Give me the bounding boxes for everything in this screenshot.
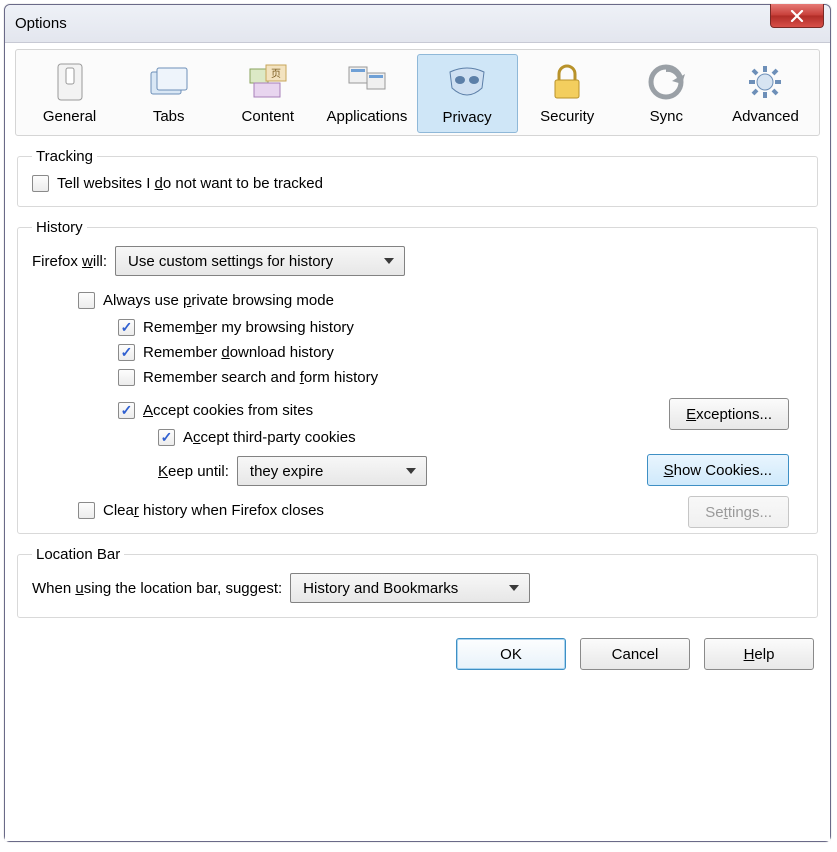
close-icon <box>790 10 804 22</box>
tell-sites-label: Tell websites I do not want to be tracke… <box>57 175 323 192</box>
tab-general[interactable]: General <box>20 54 119 133</box>
location-bar-group: Location Bar When using the location bar… <box>17 546 818 618</box>
keep-until-dropdown[interactable]: they expire <box>237 456 427 486</box>
mask-icon <box>445 61 489 105</box>
chevron-down-icon <box>384 258 394 264</box>
accept-third-party-label: Accept third-party cookies <box>183 429 356 446</box>
accept-cookies-checkbox[interactable] <box>118 402 135 419</box>
history-mode-value: Use custom settings for history <box>128 253 333 270</box>
sync-icon <box>644 60 688 104</box>
show-cookies-button[interactable]: Show Cookies... <box>647 454 789 486</box>
clear-on-close-label: Clear history when Firefox closes <box>103 502 324 519</box>
remember-browsing-label: Remember my browsing history <box>143 319 354 336</box>
folder-tabs-icon <box>147 60 191 104</box>
category-tabbar: General Tabs 页 Content Applications <box>15 49 820 136</box>
tell-sites-checkbox[interactable] <box>32 175 49 192</box>
history-mode-dropdown[interactable]: Use custom settings for history <box>115 246 405 276</box>
svg-text:页: 页 <box>271 68 281 80</box>
window-title: Options <box>15 15 67 32</box>
always-private-label: Always use private browsing mode <box>103 292 334 309</box>
location-bar-legend: Location Bar <box>32 546 124 563</box>
tab-label: Content <box>242 108 295 125</box>
tab-applications[interactable]: Applications <box>317 54 416 133</box>
accept-cookies-label: Accept cookies from sites <box>143 402 313 419</box>
remember-download-label: Remember download history <box>143 344 334 361</box>
titlebar: Options <box>5 5 830 43</box>
tab-label: Sync <box>650 108 683 125</box>
tab-content[interactable]: 页 Content <box>218 54 317 133</box>
keep-until-label: Keep until: <box>158 463 229 480</box>
tracking-legend: Tracking <box>32 148 97 165</box>
tab-sync[interactable]: Sync <box>617 54 716 133</box>
remember-download-checkbox[interactable] <box>118 344 135 361</box>
tracking-group: Tracking Tell websites I do not want to … <box>17 148 818 207</box>
remember-search-form-checkbox[interactable] <box>118 369 135 386</box>
remember-browsing-checkbox[interactable] <box>118 319 135 336</box>
location-bar-value: History and Bookmarks <box>303 580 458 597</box>
help-button[interactable]: Help <box>704 638 814 670</box>
tab-security[interactable]: Security <box>518 54 617 133</box>
tab-label: Security <box>540 108 594 125</box>
applications-icon <box>345 60 389 104</box>
content-icon: 页 <box>246 60 290 104</box>
tab-label: Privacy <box>442 109 491 126</box>
clear-settings-button: Settings... <box>688 496 789 528</box>
keep-until-value: they expire <box>250 463 323 480</box>
remember-search-form-label: Remember search and form history <box>143 369 378 386</box>
firefox-will-label: Firefox will: <box>32 253 107 270</box>
tab-label: Applications <box>326 108 407 125</box>
tab-label: Tabs <box>153 108 185 125</box>
tab-tabs[interactable]: Tabs <box>119 54 218 133</box>
always-private-checkbox[interactable] <box>78 292 95 309</box>
chevron-down-icon <box>509 585 519 591</box>
options-dialog: Options General Tabs 页 Con <box>4 4 831 842</box>
clear-on-close-checkbox[interactable] <box>78 502 95 519</box>
tab-advanced[interactable]: Advanced <box>716 54 815 133</box>
tab-privacy[interactable]: Privacy <box>417 54 518 133</box>
dialog-footer: OK Cancel Help <box>15 618 820 676</box>
tab-label: General <box>43 108 96 125</box>
cancel-button[interactable]: Cancel <box>580 638 690 670</box>
gear-icon <box>743 60 787 104</box>
ok-button[interactable]: OK <box>456 638 566 670</box>
location-bar-dropdown[interactable]: History and Bookmarks <box>290 573 530 603</box>
exceptions-button[interactable]: Exceptions... <box>669 398 789 430</box>
history-legend: History <box>32 219 87 236</box>
chevron-down-icon <box>406 468 416 474</box>
close-button[interactable] <box>770 4 824 28</box>
lock-icon <box>545 60 589 104</box>
accept-third-party-checkbox[interactable] <box>158 429 175 446</box>
history-group: History Firefox will: Use custom setting… <box>17 219 818 534</box>
tab-label: Advanced <box>732 108 799 125</box>
switch-icon <box>48 60 92 104</box>
location-bar-label: When using the location bar, suggest: <box>32 580 282 597</box>
